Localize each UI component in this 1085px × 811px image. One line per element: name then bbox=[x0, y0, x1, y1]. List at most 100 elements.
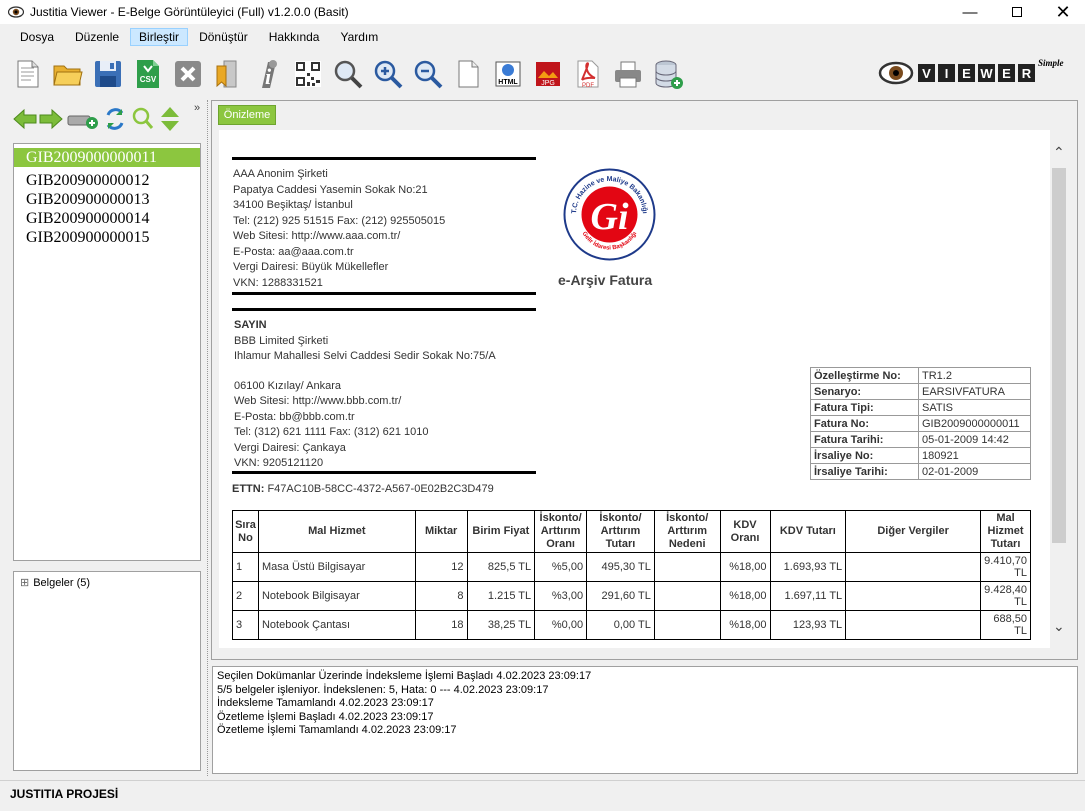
database-add-icon[interactable] bbox=[652, 58, 684, 90]
column-header: İskonto/ Arttırım Tutarı bbox=[586, 510, 655, 553]
open-folder-icon[interactable] bbox=[52, 58, 84, 90]
sort-icon[interactable] bbox=[160, 106, 180, 132]
export-pdf-icon[interactable]: PDF bbox=[572, 58, 604, 90]
meta-row: İrsaliye No: 180921 bbox=[810, 447, 1031, 464]
export-jpg-icon[interactable]: JPG bbox=[532, 58, 564, 90]
export-csv-icon[interactable]: CSV bbox=[132, 58, 164, 90]
seller-address: Papatya Caddesi Yasemin Sokak No:21 bbox=[233, 183, 428, 196]
logo-letter: V bbox=[922, 66, 931, 81]
table-cell: 9.428,40 TL bbox=[980, 581, 1031, 611]
meta-key: İrsaliye No: bbox=[810, 447, 919, 464]
table-cell: %5,00 bbox=[534, 552, 588, 582]
qr-code-icon[interactable] bbox=[292, 58, 324, 90]
seller-vkn: VKN: 1288331521 bbox=[233, 276, 323, 289]
document-list-item[interactable]: GIB2009000000011 bbox=[14, 148, 200, 167]
document-list: GIB2009000000011 GIB200900000012 GIB200900… bbox=[13, 143, 201, 561]
scroll-down-icon[interactable]: ⌄ bbox=[1053, 618, 1065, 635]
seller-email: E-Posta: aa@aaa.com.tr bbox=[233, 245, 354, 258]
divider bbox=[232, 308, 536, 311]
table-cell: %3,00 bbox=[534, 581, 588, 611]
search-icon[interactable] bbox=[332, 58, 364, 90]
svg-text:JPG: JPG bbox=[541, 80, 555, 87]
menu-hakkinda[interactable]: Hakkında bbox=[259, 28, 330, 46]
export-html-icon[interactable]: HTML bbox=[492, 58, 524, 90]
refresh-icon[interactable] bbox=[104, 107, 126, 131]
divider bbox=[232, 157, 536, 160]
table-cell: %18,00 bbox=[719, 610, 771, 640]
expand-chevron-icon[interactable]: » bbox=[194, 102, 200, 114]
ettn-value: F47AC10B-58CC-4372-A567-0E02B2C3D479 bbox=[267, 483, 494, 495]
page-icon[interactable] bbox=[452, 58, 484, 90]
table-cell: 291,60 TL bbox=[586, 581, 655, 611]
document-list-item[interactable]: GIB200900000015 bbox=[14, 228, 200, 247]
window-title: Justitia Viewer - E-Belge Görüntüleyici … bbox=[30, 5, 349, 19]
tree-label: Belgeler (5) bbox=[33, 576, 91, 589]
seller-name: AAA Anonim Şirketi bbox=[233, 168, 328, 180]
meta-value: 05-01-2009 14:42 bbox=[918, 431, 1031, 448]
column-header: KDV Oranı bbox=[719, 510, 771, 553]
gib-seal-icon: T.C. Hazine ve Maliye Bakanlığı Gelir İd… bbox=[563, 168, 656, 261]
close-icon[interactable] bbox=[172, 58, 204, 90]
title-bar: Justitia Viewer - E-Belge Görüntüleyici … bbox=[0, 0, 1085, 24]
maximize-button[interactable] bbox=[994, 0, 1040, 24]
log-line: Seçilen Dokümanlar Üzerinde İndeksleme İ… bbox=[217, 670, 592, 682]
document-list-item[interactable]: GIB200900000012 bbox=[14, 171, 200, 190]
log-panel: Seçilen Dokümanlar Üzerinde İndeksleme İ… bbox=[212, 666, 1078, 774]
column-header: İskonto/ Arttırım Oranı bbox=[534, 510, 588, 553]
menu-donustur[interactable]: Dönüştür bbox=[189, 28, 258, 46]
app-logo: VIEWER Simple bbox=[878, 56, 1078, 90]
meta-value: 180921 bbox=[918, 447, 1031, 464]
scrollbar-thumb[interactable] bbox=[1052, 168, 1066, 543]
document-list-item[interactable]: GIB200900000013 bbox=[14, 190, 200, 209]
logo-letter: R bbox=[1022, 66, 1032, 81]
meta-value: TR1.2 bbox=[918, 367, 1031, 384]
meta-key: Fatura No: bbox=[810, 415, 919, 432]
zoom-out-icon[interactable] bbox=[412, 58, 444, 90]
column-header: Sıra No bbox=[232, 510, 259, 553]
add-drive-icon[interactable] bbox=[67, 110, 99, 130]
table-cell: %18,00 bbox=[719, 581, 771, 611]
log-line: İndeksleme Tamamlandı 4.02.2023 23:09:17 bbox=[217, 697, 434, 710]
svg-text:PDF: PDF bbox=[582, 83, 594, 89]
meta-row: Senaryo: EARSIVFATURA bbox=[810, 383, 1031, 400]
column-header: Birim Fiyat bbox=[466, 510, 536, 553]
arrow-right-icon[interactable] bbox=[38, 108, 64, 130]
scroll-up-icon[interactable]: ⌃ bbox=[1053, 144, 1065, 161]
table-cell: 9.410,70 TL bbox=[980, 552, 1031, 582]
menu-birlestir[interactable]: Birleştir bbox=[130, 28, 189, 46]
buyer-city: 06100 Kızılay/ Ankara bbox=[234, 379, 342, 392]
close-window-button[interactable]: ✕ bbox=[1040, 0, 1085, 24]
search-small-icon[interactable] bbox=[132, 107, 154, 131]
table-row: 3 Notebook Çantası 18 38,25 TL %0,00 0,00 TL%… bbox=[232, 610, 1031, 640]
info-icon[interactable]: i bbox=[252, 58, 284, 90]
menu-duzenle[interactable]: Düzenle bbox=[65, 28, 129, 46]
meta-row: Fatura Tarihi: 05-01-2009 14:42 bbox=[810, 431, 1031, 448]
menu-yardim[interactable]: Yardım bbox=[330, 28, 388, 46]
print-icon[interactable] bbox=[612, 58, 644, 90]
table-cell: 2 bbox=[232, 581, 259, 611]
tab-onizleme[interactable]: Önizleme bbox=[218, 105, 276, 125]
table-cell: 1.693,93 TL bbox=[769, 552, 847, 582]
tree-expand-icon[interactable]: ⊞ bbox=[20, 576, 29, 589]
table-cell: 8 bbox=[414, 581, 468, 611]
meta-key: Senaryo: bbox=[810, 383, 919, 400]
tree-node-belgeler[interactable]: ⊞ Belgeler (5) bbox=[14, 572, 200, 593]
eye-icon bbox=[8, 6, 24, 18]
new-document-icon[interactable] bbox=[12, 58, 44, 90]
document-list-item[interactable]: GIB200900000014 bbox=[14, 209, 200, 228]
doc-title: e-Arşiv Fatura bbox=[558, 272, 653, 288]
seller-web: Web Sitesi: http://www.aaa.com.tr/ bbox=[233, 230, 401, 242]
meta-row: Özelleştirme No: TR1.2 bbox=[810, 367, 1031, 384]
arrow-left-icon[interactable] bbox=[12, 108, 38, 130]
seller-block: AAA Anonim Şirketi Papatya Caddesi Yasem… bbox=[233, 167, 445, 291]
menu-dosya[interactable]: Dosya bbox=[10, 28, 64, 46]
bookmark-icon[interactable] bbox=[212, 58, 244, 90]
menu-bar: Dosya Düzenle Birleştir Dönüştür Hakkınd… bbox=[0, 26, 1085, 48]
splitter[interactable] bbox=[207, 100, 210, 776]
zoom-in-icon[interactable] bbox=[372, 58, 404, 90]
log-line: 5/5 belgeler işleniyor. İndekslenen: 5, … bbox=[217, 683, 549, 696]
save-icon[interactable] bbox=[92, 58, 124, 90]
buyer-address: Ihlamur Mahallesi Selvi Caddesi Sedir So… bbox=[234, 350, 496, 362]
minimize-button[interactable]: — bbox=[947, 0, 993, 24]
table-cell: %18,00 bbox=[719, 552, 771, 582]
